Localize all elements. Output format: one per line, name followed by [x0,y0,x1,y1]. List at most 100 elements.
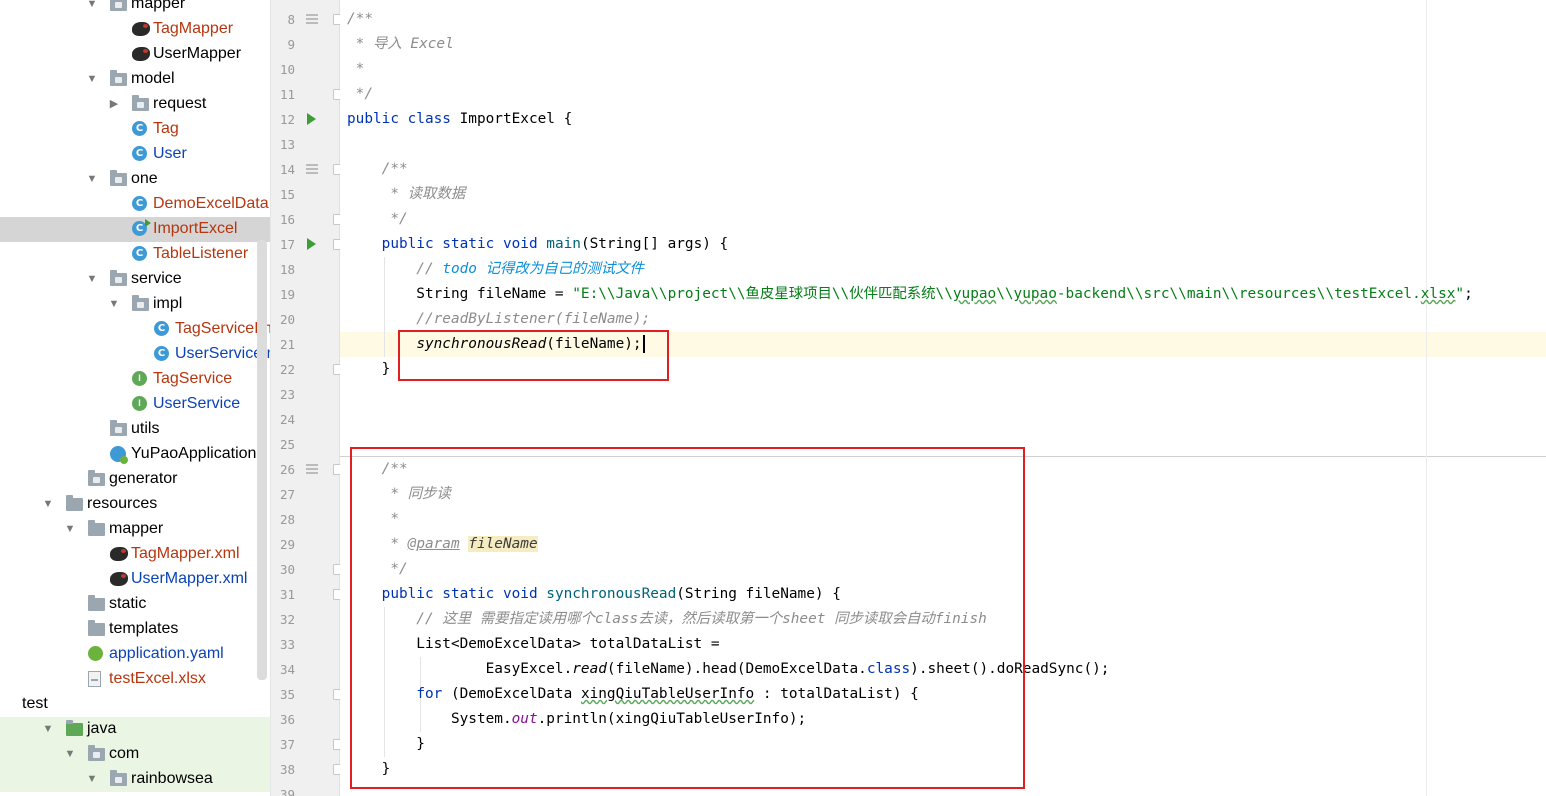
tree-item[interactable]: ▼ resources [0,492,270,517]
expand-arrow-icon[interactable]: ▼ [86,271,98,287]
tree-item-label: TagMapper [153,20,234,37]
collapse-arrow-icon[interactable]: ▶ [108,96,120,112]
expand-arrow-icon[interactable]: ▼ [64,746,76,762]
line-number: 38 [279,762,295,777]
tree-item[interactable]: static [0,592,270,617]
tree-item[interactable]: ▼ one [0,167,270,192]
tree-item[interactable]: YuPaoApplication [0,442,270,467]
resources-folder-icon [66,495,83,513]
expand-arrow-icon[interactable]: ▼ [86,771,98,787]
code-line[interactable]: //readByListener(fileName); [347,307,650,332]
tree-item[interactable]: UserMapper.xml [0,567,270,592]
code-token: " [1455,286,1465,302]
expand-arrow-icon[interactable]: ▼ [42,496,54,512]
doc-render-icon[interactable] [306,14,318,24]
excel-file-icon [88,671,105,688]
tree-item-label: ImportExcel [153,220,238,237]
tree-item[interactable]: TagMapper [0,17,270,42]
class-icon: C [132,246,149,263]
tree-item-label: UserService [153,395,241,412]
tree-item[interactable]: C User [0,142,270,167]
code-line[interactable]: */ [347,207,407,232]
tree-item[interactable]: testExcel.xlsx [0,667,270,692]
code-line[interactable]: /** [347,157,408,182]
code-token: public class [347,111,460,127]
tree-item[interactable]: I UserService [0,392,270,417]
tree-scrollbar[interactable] [257,240,267,680]
mybatis-mapper-icon [132,46,150,63]
folder-icon [110,0,127,13]
folder-icon [132,95,149,113]
code-line[interactable]: * 导入 Excel [347,32,454,57]
tree-item[interactable]: application.yaml [0,642,270,667]
line-number: 17 [279,237,295,252]
code-line[interactable]: /** [347,7,373,32]
tree-item[interactable]: C TableListener [0,242,270,267]
expand-arrow-icon[interactable]: ▼ [86,171,98,187]
line-number: 34 [279,662,295,677]
code-line[interactable]: */ [347,82,373,107]
expand-arrow-icon[interactable]: ▼ [86,71,98,87]
line-number: 29 [279,537,295,552]
code-line[interactable]: String fileName = "E:\\Java\\project\\鱼皮… [347,282,1473,307]
tree-item[interactable]: ▼ impl [0,292,270,317]
tree-item[interactable]: templates [0,617,270,642]
tree-item-label: utils [131,420,160,437]
tree-item[interactable]: UserMapper [0,42,270,67]
expand-arrow-icon[interactable]: ▼ [42,721,54,737]
line-number: 20 [279,312,295,327]
code-token: /** [347,161,408,177]
expand-arrow-icon[interactable]: ▼ [108,296,120,312]
folder-icon [132,295,149,313]
class-icon: C [132,196,149,213]
expand-arrow-icon[interactable]: ▼ [64,521,76,537]
run-gutter-icon[interactable] [307,113,316,125]
code-token: String fileName = [347,286,573,302]
tree-item-label: model [131,70,175,87]
tree-item[interactable]: I TagService [0,367,270,392]
code-line[interactable]: * 读取数据 [347,182,465,207]
expand-arrow-icon[interactable]: ▼ [86,0,98,12]
spring-boot-app-icon [110,446,128,464]
tree-item[interactable]: C ImportExcel [0,217,270,242]
plain-folder-icon [88,620,105,638]
code-line[interactable]: public static void main(String[] args) { [347,232,729,257]
tree-item-label: one [131,170,158,187]
code-token: ; [1464,286,1473,302]
tree-item-label: YuPaoApplication [131,445,257,462]
tree-item[interactable]: CTagServiceImpl [0,317,270,342]
tree-item[interactable]: test [0,692,270,717]
folder-icon [110,170,127,188]
tree-item[interactable]: ▼ java [0,717,270,742]
tree-item[interactable]: utils [0,417,270,442]
doc-render-icon[interactable] [306,464,318,474]
code-token: "E:\\Java\\project\\鱼皮星球项目\\伙伴匹配系统\\ [572,286,953,302]
tree-item[interactable]: ▶ request [0,92,270,117]
tree-item[interactable]: ▼ rainbowsea [0,767,270,792]
tree-item[interactable]: C DemoExcelData [0,192,270,217]
tree-item[interactable]: ▼ mapper [0,0,270,17]
folder-icon [110,420,127,438]
interface-icon: I [132,396,149,413]
tree-item[interactable]: ▼ service [0,267,270,292]
folder-icon [88,745,105,763]
doc-render-icon[interactable] [306,164,318,174]
tree-item[interactable]: CUserServiceImpl [0,342,270,367]
code-line[interactable]: // todo 记得改为自己的测试文件 [347,257,644,282]
line-number: 23 [279,387,295,402]
code-line[interactable]: public class ImportExcel { [347,107,572,132]
tree-item-label: UserMapper [153,45,242,62]
code-line[interactable]: } [347,357,391,382]
tree-item[interactable]: ▼ mapper [0,517,270,542]
code-line[interactable]: * [347,57,365,82]
tree-item[interactable]: C Tag [0,117,270,142]
folder-icon [110,770,127,788]
tree-item[interactable]: ▼ com [0,742,270,767]
run-gutter-icon[interactable] [307,238,316,250]
tree-item[interactable]: TagMapper.xml [0,542,270,567]
tree-item[interactable]: ▼ model [0,67,270,92]
right-margin-guide [1426,0,1427,796]
tree-item-label: request [153,95,207,112]
tree-item[interactable]: generator [0,467,270,492]
plain-folder-icon [88,595,105,613]
